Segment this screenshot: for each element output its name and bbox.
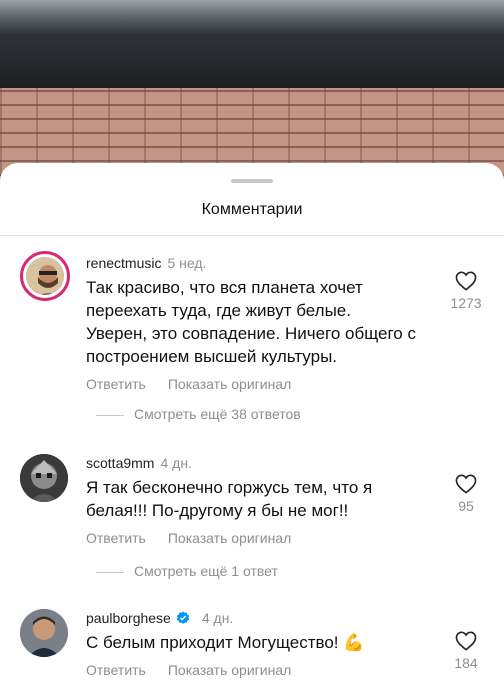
comment-meta: scotta9mm 4 дн. [86, 454, 416, 472]
avatar[interactable] [20, 251, 70, 301]
heart-icon[interactable] [455, 474, 477, 494]
verified-badge-icon [176, 611, 189, 624]
comment-actions: Ответить Показать оригинал [86, 530, 416, 546]
like-count: 95 [458, 498, 474, 514]
replies-divider-line [96, 571, 124, 573]
reply-button[interactable]: Ответить [86, 376, 146, 392]
view-replies-button[interactable]: Смотреть ещё 1 ответ [96, 563, 278, 583]
username[interactable]: renectmusic [86, 255, 161, 271]
comment-text: С белым приходит Могущество! 💪 [86, 633, 365, 652]
like-count: 1273 [450, 295, 482, 311]
comment-body: renectmusic 5 нед. Так красиво, что вся п… [86, 254, 416, 392]
avatar[interactable] [20, 609, 68, 657]
avatar-image [26, 257, 64, 295]
reply-button[interactable]: Ответить [86, 530, 146, 546]
view-replies-label[interactable]: Смотреть ещё 1 ответ [134, 563, 278, 579]
drag-handle[interactable] [231, 179, 273, 183]
reply-button[interactable]: Ответить [86, 662, 146, 678]
like-control: 184 [440, 631, 492, 671]
roof-gutter [0, 0, 504, 36]
comment-meta: renectmusic 5 нед. [86, 254, 416, 272]
like-count: 184 [454, 655, 478, 671]
view-replies-label[interactable]: Смотреть ещё 38 ответов [134, 406, 301, 422]
username[interactable]: paulborghese [86, 610, 171, 626]
heart-icon[interactable] [455, 631, 477, 651]
view-replies-button[interactable]: Смотреть ещё 38 ответов [96, 406, 301, 426]
show-original-button[interactable]: Показать оригинал [168, 662, 291, 678]
comment-body: scotta9mm 4 дн. Я так бесконечно горжусь … [86, 454, 416, 546]
comment-text: Я так бесконечно горжусь тем, что я бела… [86, 478, 373, 520]
avatar-image [20, 609, 68, 657]
comment-actions: Ответить Показать оригинал [86, 662, 416, 678]
avatar-image [20, 454, 68, 502]
comment-body: paulborghese 4 дн. С белым приходит Могущ… [86, 609, 416, 678]
username[interactable]: scotta9mm [86, 455, 154, 471]
background-video-frame [0, 0, 504, 190]
like-control: 1273 [440, 271, 492, 311]
timestamp: 5 нед. [167, 255, 207, 271]
avatar[interactable] [20, 454, 68, 502]
timestamp: 4 дн. [201, 610, 234, 626]
comment-actions: Ответить Показать оригинал [86, 376, 416, 392]
timestamp: 4 дн. [160, 455, 192, 471]
comment-text: Так красиво, что вся планета хочет перее… [86, 278, 416, 366]
sheet-title: Комментарии [201, 201, 303, 218]
heart-icon[interactable] [455, 271, 477, 291]
replies-divider-line [96, 414, 124, 416]
roof-eave [0, 36, 504, 88]
like-control: 95 [440, 474, 492, 514]
show-original-button[interactable]: Показать оригинал [168, 530, 291, 546]
header-divider [0, 235, 504, 236]
show-original-button[interactable]: Показать оригинал [168, 376, 291, 392]
comment-meta: paulborghese 4 дн. [86, 609, 416, 627]
comments-sheet: Комментарии renectmusic 5 нед. Так красив… [0, 163, 504, 700]
